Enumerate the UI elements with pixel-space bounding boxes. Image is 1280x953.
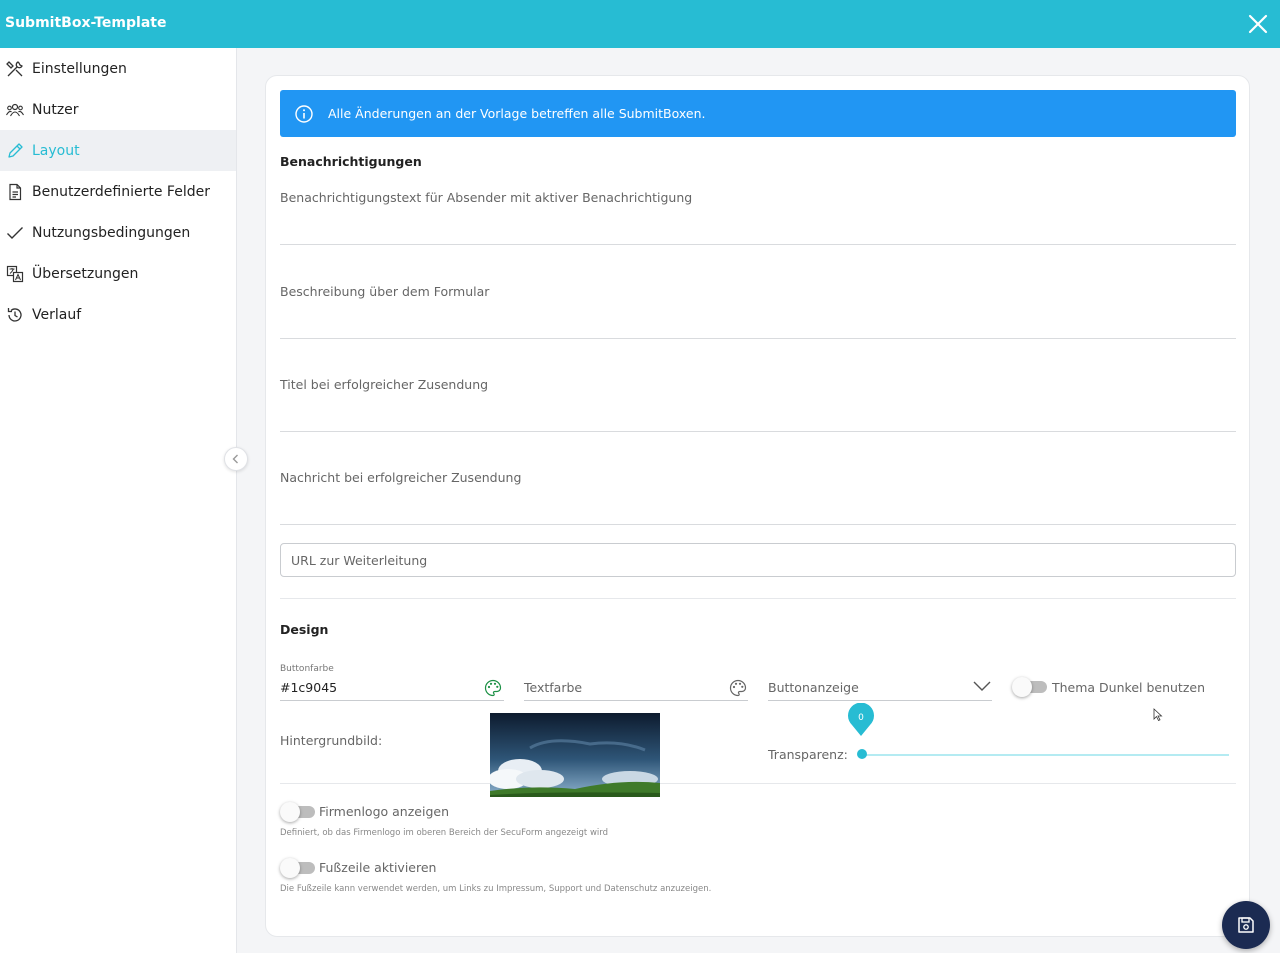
field-label: Benachrichtigungstext für Absender mit a… xyxy=(280,190,693,205)
sidebar-item-nutzer[interactable]: Nutzer xyxy=(0,89,236,130)
sidebar-item-label: Übersetzungen xyxy=(32,265,139,282)
sidebar-item-layout[interactable]: Layout xyxy=(0,130,236,171)
transparency-slider-thumb[interactable] xyxy=(857,749,867,759)
text-color-input[interactable]: Textfarbe xyxy=(524,680,582,695)
sender-notification-text-field[interactable]: Benachrichtigungstext für Absender mit a… xyxy=(280,174,1236,245)
button-color-value[interactable]: #1c9045 xyxy=(280,680,337,695)
footer-help: Die Fußzeile kann verwendet werden, um L… xyxy=(280,884,712,894)
company-logo-toggle[interactable] xyxy=(280,802,315,822)
sidebar-item-nutzungsbedingungen[interactable]: Nutzungsbedingungen xyxy=(0,212,236,253)
users-icon xyxy=(6,103,24,116)
history-icon xyxy=(7,307,22,322)
sidebar-item-verlauf[interactable]: Verlauf xyxy=(0,294,236,335)
pencil-icon xyxy=(8,142,23,158)
save-icon xyxy=(1238,917,1254,933)
sidebar-item-label: Verlauf xyxy=(32,306,82,323)
button-color-label: Buttonfarbe xyxy=(280,664,334,674)
sidebar: Einstellungen Nutzer Layout Benutzerdefi… xyxy=(0,48,237,953)
transparency-label: Transparenz: xyxy=(768,747,848,762)
company-logo-label: Firmenlogo anzeigen xyxy=(319,804,449,819)
layout-card: Alle Änderungen an der Vorlage betreffen… xyxy=(265,75,1250,937)
redirect-url-placeholder: URL zur Weiterleitung xyxy=(291,553,428,568)
transparency-slider-track[interactable] xyxy=(861,754,1229,756)
sidebar-item-benutzerdefinierte-felder[interactable]: Benutzerdefinierte Felder xyxy=(0,171,236,212)
sidebar-item-label: Nutzer xyxy=(32,101,79,118)
field-label: Beschreibung über dem Formular xyxy=(280,284,490,299)
sidebar-item-label: Benutzerdefinierte Felder xyxy=(32,183,210,200)
info-banner-text: Alle Änderungen an der Vorlage betreffen… xyxy=(328,106,706,121)
field-label: Nachricht bei erfolgreicher Zusendung xyxy=(280,470,522,485)
design-title: Design xyxy=(280,622,329,637)
success-title-field[interactable]: Titel bei erfolgreicher Zusendung xyxy=(280,339,1236,432)
text-color-underline xyxy=(524,700,748,701)
close-icon[interactable] xyxy=(1246,12,1270,36)
success-message-field[interactable]: Nachricht bei erfolgreicher Zusendung xyxy=(280,432,1236,525)
sidebar-collapse-button[interactable] xyxy=(224,447,248,471)
footer-label: Fußzeile aktivieren xyxy=(319,860,437,875)
button-color-underline xyxy=(280,700,504,701)
palette-icon[interactable] xyxy=(729,679,747,697)
save-button[interactable] xyxy=(1222,901,1270,949)
background-image-label: Hintergrundbild: xyxy=(280,733,383,748)
notifications-title: Benachrichtigungen xyxy=(280,154,422,169)
button-display-underline xyxy=(768,700,992,701)
tools-icon xyxy=(6,60,23,76)
info-icon xyxy=(295,104,313,123)
sidebar-item-label: Layout xyxy=(32,142,80,159)
chevron-left-icon xyxy=(232,454,238,464)
field-label: Titel bei erfolgreicher Zusendung xyxy=(280,377,489,392)
sidebar-item-label: Einstellungen xyxy=(32,60,127,77)
document-icon xyxy=(9,183,22,200)
section-divider xyxy=(280,598,1236,599)
form-description-field[interactable]: Beschreibung über dem Formular xyxy=(280,245,1236,339)
transparency-value: 0 xyxy=(858,713,864,723)
dark-theme-toggle[interactable] xyxy=(1012,677,1047,697)
check-icon xyxy=(7,226,23,239)
app-title: SubmitBox-Template xyxy=(5,15,167,31)
info-banner: Alle Änderungen an der Vorlage betreffen… xyxy=(280,90,1236,137)
dark-theme-label: Thema Dunkel benutzen xyxy=(1052,680,1206,695)
sidebar-item-uebersetzungen[interactable]: Übersetzungen xyxy=(0,253,236,294)
chevron-down-icon[interactable] xyxy=(972,679,992,693)
company-logo-help: Definiert, ob das Firmenlogo im oberen B… xyxy=(280,828,609,838)
mouse-cursor-icon xyxy=(1153,708,1163,722)
button-display-select[interactable]: Buttonanzeige xyxy=(768,680,859,695)
footer-toggle[interactable] xyxy=(280,858,315,878)
translate-icon xyxy=(6,265,24,282)
palette-icon[interactable] xyxy=(484,679,502,697)
redirect-url-input[interactable]: URL zur Weiterleitung xyxy=(280,543,1236,577)
app-header: SubmitBox-Template xyxy=(0,0,1280,48)
sidebar-item-einstellungen[interactable]: Einstellungen xyxy=(0,48,236,89)
sidebar-item-label: Nutzungsbedingungen xyxy=(32,224,191,241)
